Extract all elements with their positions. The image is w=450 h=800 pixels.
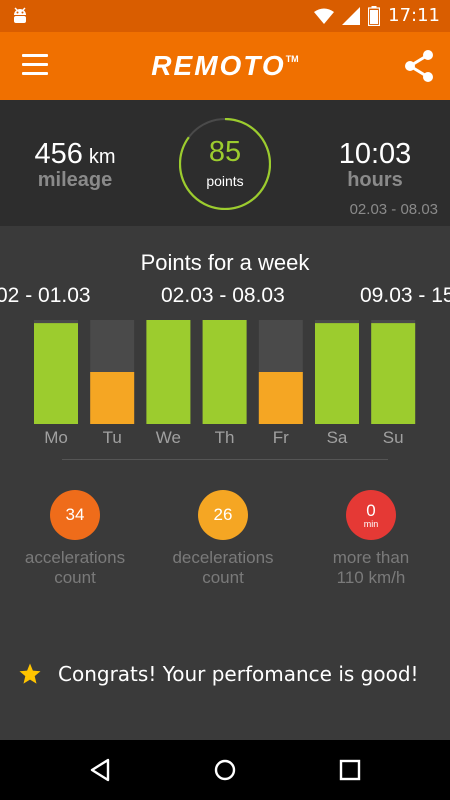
summary-date-range: 02.03 - 08.03 bbox=[349, 201, 438, 218]
app-bar: REMOTOTM bbox=[0, 32, 450, 100]
accelerations-badge: 34 bbox=[50, 490, 100, 540]
back-icon[interactable] bbox=[86, 756, 114, 784]
recents-icon[interactable] bbox=[336, 756, 364, 784]
mileage-label: mileage bbox=[37, 169, 113, 191]
tick-label-sa: Sa bbox=[326, 428, 348, 447]
points-ring: 85 points bbox=[179, 118, 271, 210]
bar-th[interactable] bbox=[202, 320, 247, 424]
star-icon bbox=[19, 663, 41, 684]
week-points-chart: Mo Tu We Th Fr Sa Su bbox=[0, 318, 450, 468]
home-icon[interactable] bbox=[211, 756, 239, 784]
bar-sa[interactable] bbox=[315, 323, 359, 424]
bar-su[interactable] bbox=[371, 323, 416, 424]
signal-icon bbox=[342, 6, 361, 25]
bar-we[interactable] bbox=[146, 320, 191, 424]
android-icon bbox=[14, 7, 26, 23]
points-label: points bbox=[206, 173, 244, 189]
tick-label-th: Th bbox=[214, 428, 235, 447]
overspeed-value: 0 bbox=[366, 501, 376, 520]
decelerations-label: decelerations count bbox=[172, 548, 274, 587]
decelerations-value: 26 bbox=[213, 505, 233, 524]
tick-label-mo: Mo bbox=[44, 428, 68, 447]
hours-stat: 10:03 hours bbox=[300, 138, 450, 192]
period-next[interactable]: 09.03 - 15 bbox=[360, 284, 450, 308]
congrats-banner: Congrats! Your perfomance is good! bbox=[18, 662, 438, 686]
system-nav-bar bbox=[0, 740, 450, 800]
battery-icon bbox=[368, 5, 381, 26]
summary-panel: 456 km mileage 85 points 10:03 hours 02.0… bbox=[0, 100, 450, 226]
overspeed-unit: min bbox=[363, 519, 379, 529]
mileage-value: 456 bbox=[34, 138, 83, 170]
logo-text: REMOTO bbox=[151, 50, 286, 81]
clock: 17:11 bbox=[388, 5, 440, 26]
overspeed-label: more than 110 km/h bbox=[332, 548, 410, 587]
bar-mo[interactable] bbox=[34, 323, 78, 424]
overspeed-counter: 0 min more than 110 km/h bbox=[296, 490, 446, 588]
mileage-unit: km bbox=[88, 146, 116, 168]
accelerations-label: accelerations count bbox=[24, 548, 126, 587]
trademark: TM bbox=[285, 54, 299, 64]
tick-label-tu: Tu bbox=[102, 428, 122, 447]
status-bar: 17:11 bbox=[0, 0, 450, 32]
tick-label-we: We bbox=[155, 428, 181, 447]
chart-bars bbox=[34, 320, 416, 424]
decelerations-badge: 26 bbox=[198, 490, 248, 540]
hours-label: hours bbox=[347, 169, 403, 191]
tick-label-su: Su bbox=[382, 428, 404, 447]
points-value: 85 bbox=[208, 136, 242, 168]
hours-value: 10:03 bbox=[338, 138, 412, 170]
overspeed-badge: 0 min bbox=[346, 490, 396, 540]
week-title: Points for a week bbox=[140, 250, 310, 275]
share-icon[interactable] bbox=[402, 48, 436, 84]
mileage-stat: 456 km mileage bbox=[0, 138, 150, 192]
accelerations-counter: 34 accelerations count bbox=[0, 490, 150, 588]
chart-divider bbox=[62, 459, 388, 460]
app-logo: REMOTOTM bbox=[0, 50, 450, 82]
period-prev[interactable]: 02 - 01.03 bbox=[0, 284, 91, 308]
wifi-icon bbox=[314, 8, 335, 24]
bar-fr[interactable] bbox=[258, 372, 303, 424]
period-current[interactable]: 02.03 - 08.03 bbox=[161, 284, 285, 308]
congrats-message: Congrats! Your perfomance is good! bbox=[58, 662, 419, 686]
bar-tu[interactable] bbox=[90, 372, 135, 424]
decelerations-counter: 26 decelerations count bbox=[148, 490, 298, 588]
tick-label-fr: Fr bbox=[272, 428, 289, 447]
accelerations-value: 34 bbox=[65, 505, 85, 524]
